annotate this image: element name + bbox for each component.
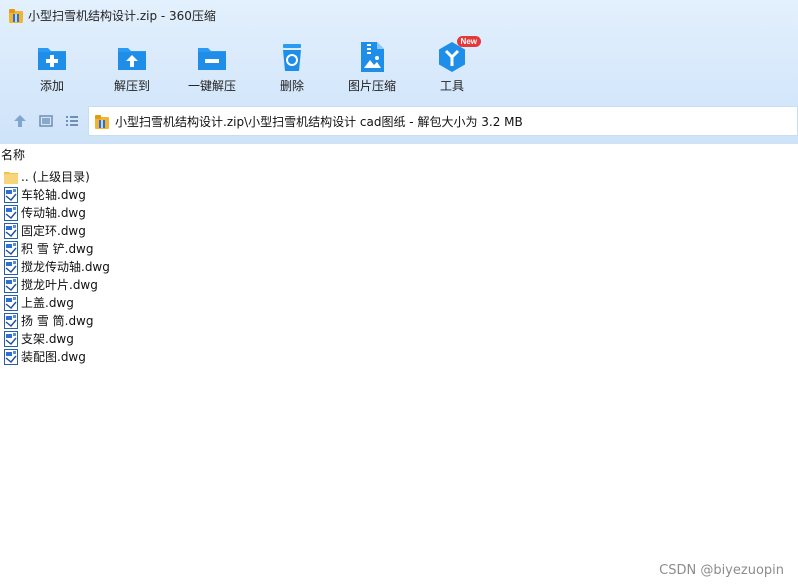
file-name: 扬 雪 筒.dwg xyxy=(21,314,94,328)
file-name: .. (上级目录) xyxy=(21,170,90,184)
delete-button[interactable]: 删除 xyxy=(257,34,327,96)
window-title: 小型扫雪机结构设计.zip - 360压缩 xyxy=(28,9,216,23)
parent-directory-row[interactable]: .. (上级目录) xyxy=(0,168,798,186)
file-row[interactable]: 扬 雪 筒.dwg xyxy=(0,312,798,330)
dwg-file-icon xyxy=(4,259,18,275)
dwg-file-icon xyxy=(4,205,18,221)
dwg-file-icon xyxy=(4,349,18,365)
archive-icon xyxy=(94,114,110,130)
delete-icon xyxy=(275,40,309,74)
dwg-file-icon xyxy=(4,277,18,293)
extract-to-icon xyxy=(115,40,149,74)
add-icon xyxy=(35,40,69,74)
one-click-extract-button[interactable]: 一键解压 xyxy=(177,34,247,96)
thumbnail-view-icon[interactable] xyxy=(37,112,55,130)
toolbar: 添加 解压到 一键解压 删除 图片压缩 New 工具 xyxy=(0,34,798,98)
file-name: 搅龙传动轴.dwg xyxy=(21,260,110,274)
column-header-name[interactable]: 名称 xyxy=(0,146,798,164)
archive-app-icon xyxy=(8,8,24,24)
file-list: .. (上级目录) 车轮轴.dwg 传动轴.dwg 固定环.dwg 积 雪 铲.dwg 搅… xyxy=(0,168,798,366)
dwg-file-icon xyxy=(4,241,18,257)
navigation-bar: 小型扫雪机结构设计.zip\小型扫雪机结构设计 cad图纸 - 解包大小为 3.… xyxy=(0,106,798,136)
dwg-file-icon xyxy=(4,331,18,347)
tools-icon: New xyxy=(435,36,481,74)
header-area: 小型扫雪机结构设计.zip - 360压缩 添加 解压到 一键解压 删除 图片压… xyxy=(0,0,798,144)
new-badge: New xyxy=(456,36,481,47)
tools-button[interactable]: New 工具 xyxy=(417,34,487,96)
file-name: 车轮轴.dwg xyxy=(21,188,86,202)
file-row[interactable]: 积 雪 铲.dwg xyxy=(0,240,798,258)
file-name: 上盖.dwg xyxy=(21,296,74,310)
file-row[interactable]: 搅龙叶片.dwg xyxy=(0,276,798,294)
dwg-file-icon xyxy=(4,223,18,239)
folder-icon xyxy=(4,169,18,185)
add-label: 添加 xyxy=(39,79,64,93)
file-row[interactable]: 固定环.dwg xyxy=(0,222,798,240)
file-row[interactable]: 上盖.dwg xyxy=(0,294,798,312)
title-bar: 小型扫雪机结构设计.zip - 360压缩 xyxy=(0,0,798,32)
file-name: 支架.dwg xyxy=(21,332,74,346)
file-row[interactable]: 装配图.dwg xyxy=(0,348,798,366)
file-name: 搅龙叶片.dwg xyxy=(21,278,98,292)
up-arrow-icon[interactable] xyxy=(11,112,29,130)
tools-label: 工具 xyxy=(439,79,464,93)
file-row[interactable]: 车轮轴.dwg xyxy=(0,186,798,204)
extract-to-label: 解压到 xyxy=(113,79,150,93)
file-row[interactable]: 支架.dwg xyxy=(0,330,798,348)
address-path: 小型扫雪机结构设计.zip\小型扫雪机结构设计 cad图纸 - 解包大小为 3.… xyxy=(115,115,523,129)
delete-label: 删除 xyxy=(279,79,304,93)
file-name: 传动轴.dwg xyxy=(21,206,86,220)
dwg-file-icon xyxy=(4,295,18,311)
dwg-file-icon xyxy=(4,187,18,203)
add-button[interactable]: 添加 xyxy=(17,34,87,96)
file-name: 积 雪 铲.dwg xyxy=(21,242,94,256)
image-compress-icon xyxy=(355,40,389,74)
watermark: CSDN @biyezuopin xyxy=(659,563,784,578)
extract-to-button[interactable]: 解压到 xyxy=(97,34,167,96)
file-name: 固定环.dwg xyxy=(21,224,86,238)
file-row[interactable]: 搅龙传动轴.dwg xyxy=(0,258,798,276)
one-click-extract-icon xyxy=(195,40,229,74)
file-name: 装配图.dwg xyxy=(21,350,86,364)
image-compress-button[interactable]: 图片压缩 xyxy=(337,34,407,96)
address-bar[interactable]: 小型扫雪机结构设计.zip\小型扫雪机结构设计 cad图纸 - 解包大小为 3.… xyxy=(88,106,798,136)
one-click-extract-label: 一键解压 xyxy=(187,79,236,93)
image-compress-label: 图片压缩 xyxy=(347,79,396,93)
file-row[interactable]: 传动轴.dwg xyxy=(0,204,798,222)
dwg-file-icon xyxy=(4,313,18,329)
list-view-icon[interactable] xyxy=(63,112,81,130)
